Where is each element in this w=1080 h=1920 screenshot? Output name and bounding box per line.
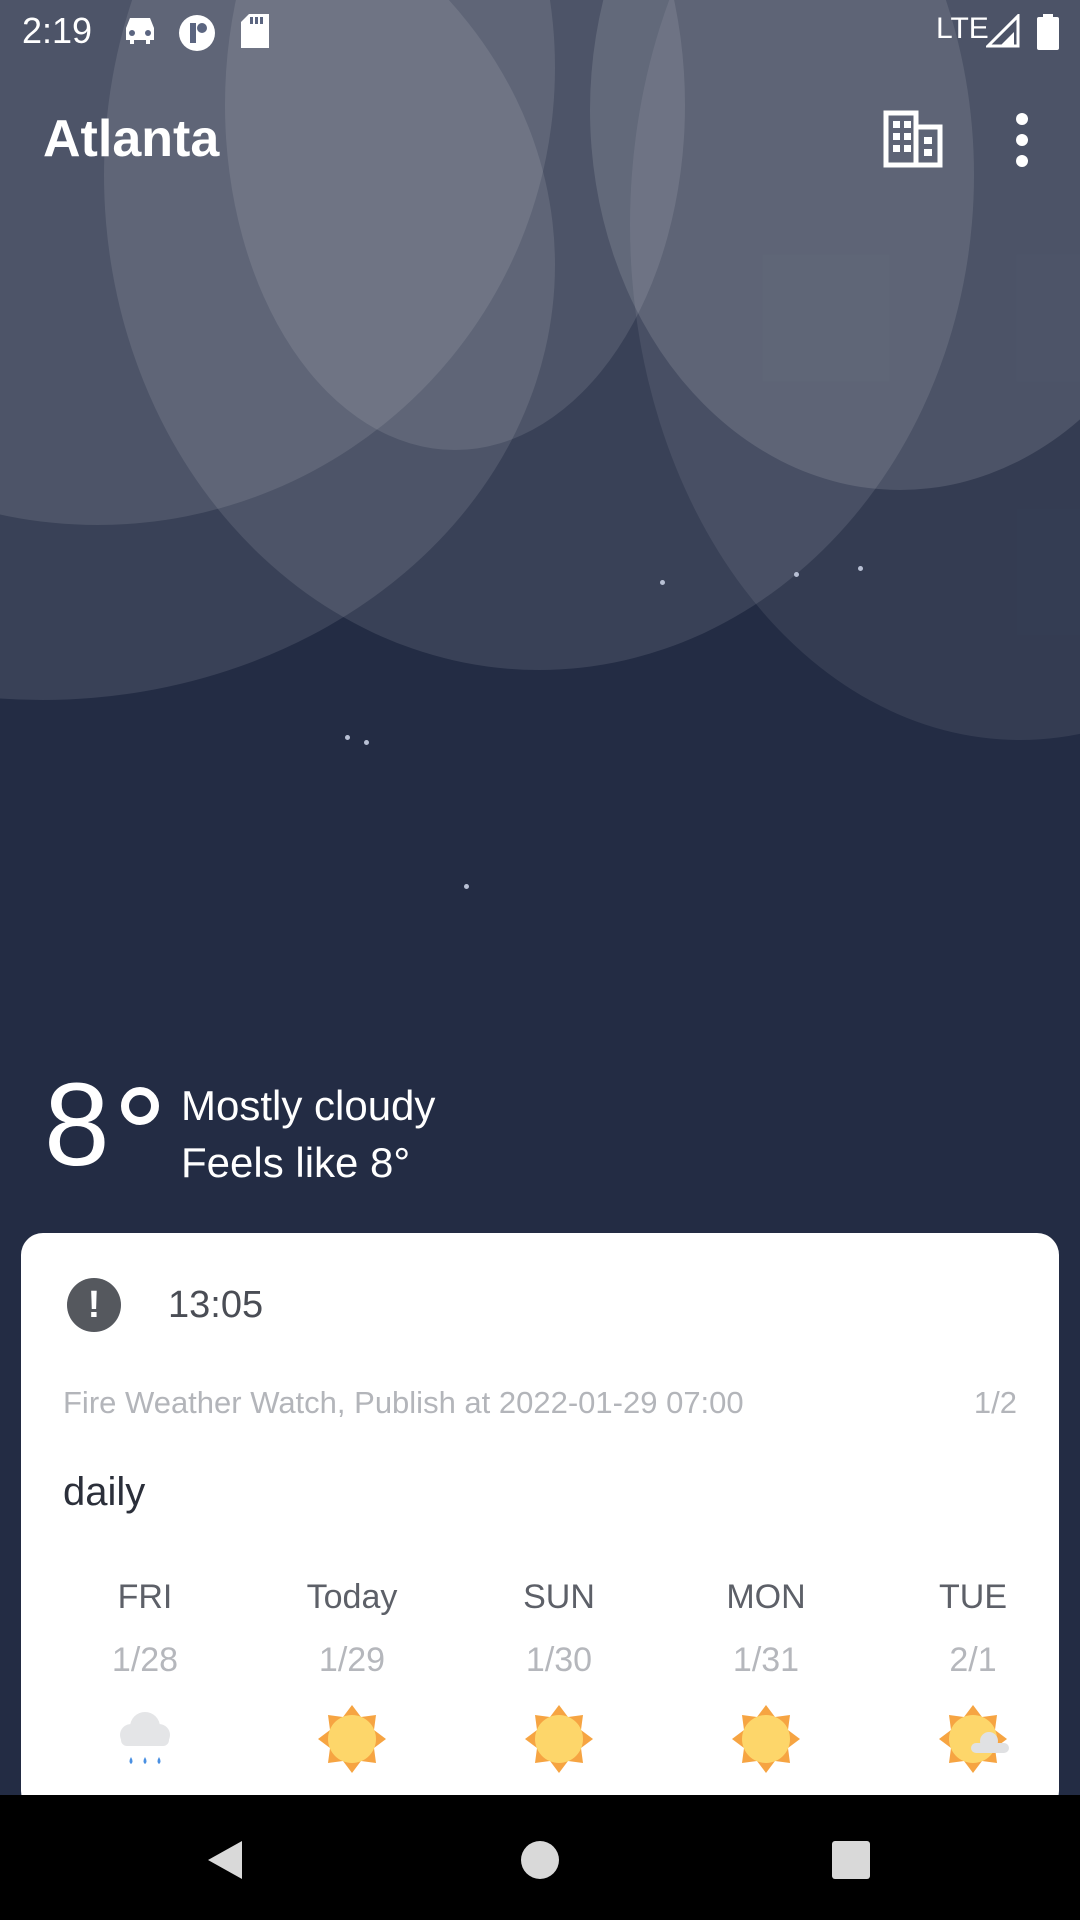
navigation-bar — [0, 1795, 1080, 1920]
day-name: SUN — [523, 1578, 595, 1616]
feels-like: Feels like 8° — [181, 1139, 411, 1186]
status-time: 2:19 — [22, 10, 93, 51]
sd-card-icon — [241, 14, 269, 48]
day-date: 1/31 — [732, 1641, 800, 1679]
forecast-day[interactable]: Today 1/29 — [272, 1578, 432, 1773]
star — [345, 735, 350, 740]
city-manage-icon[interactable] — [880, 107, 946, 173]
alert-icon: ! — [67, 1278, 121, 1332]
forecast-day[interactable]: TUE 2/1 — [893, 1578, 1053, 1773]
sun-icon — [318, 1705, 386, 1773]
current-weather: 8 Mostly cloudy Feels like 8° — [0, 1060, 1080, 1210]
star — [364, 740, 369, 745]
partly-cloudy-icon — [939, 1705, 1009, 1773]
weather-card[interactable]: ! 13:05 Fire Weather Watch, Publish at 2… — [21, 1233, 1059, 1813]
star — [794, 572, 799, 577]
network-type: LTE — [936, 12, 989, 45]
alert-description[interactable]: Fire Weather Watch, Publish at 2022-01-2… — [63, 1385, 744, 1421]
day-name: FRI — [117, 1578, 173, 1616]
day-date: 1/30 — [525, 1641, 593, 1679]
forecast-title: daily — [63, 1470, 146, 1514]
day-date: 1/28 — [111, 1641, 179, 1679]
back-icon[interactable] — [200, 1835, 250, 1885]
day-name: Today — [306, 1578, 398, 1616]
day-date: 2/1 — [949, 1641, 997, 1679]
day-name: TUE — [939, 1578, 1007, 1616]
signal-icon — [986, 14, 1020, 48]
status-bar: 2:19 LTE — [0, 0, 1080, 63]
star — [858, 566, 863, 571]
current-temperature: 8 — [44, 1059, 110, 1191]
forecast-day[interactable]: MON 1/31 — [686, 1578, 846, 1773]
day-name: MON — [726, 1578, 806, 1616]
city-title: Atlanta — [43, 110, 220, 168]
battery-icon — [1037, 14, 1059, 50]
current-condition: Mostly cloudy — [181, 1082, 436, 1129]
star — [464, 884, 469, 889]
recents-icon[interactable] — [826, 1835, 876, 1885]
sun-icon — [525, 1705, 593, 1773]
degree-symbol — [121, 1087, 159, 1125]
podcast-icon — [179, 15, 215, 51]
rain-icon — [120, 1712, 170, 1764]
star — [660, 580, 665, 585]
alert-time: 13:05 — [168, 1284, 264, 1326]
day-date: 1/29 — [318, 1641, 386, 1679]
forecast-day[interactable]: FRI 1/28 — [65, 1578, 225, 1764]
sun-icon — [732, 1705, 800, 1773]
app-bar: Atlanta — [0, 63, 1080, 213]
more-vert-icon[interactable] — [1000, 107, 1044, 173]
car-icon — [126, 18, 154, 44]
home-icon[interactable] — [515, 1835, 565, 1885]
forecast-day[interactable]: SUN 1/30 — [479, 1578, 639, 1773]
alert-page-indicator: 1/2 — [973, 1385, 1017, 1420]
